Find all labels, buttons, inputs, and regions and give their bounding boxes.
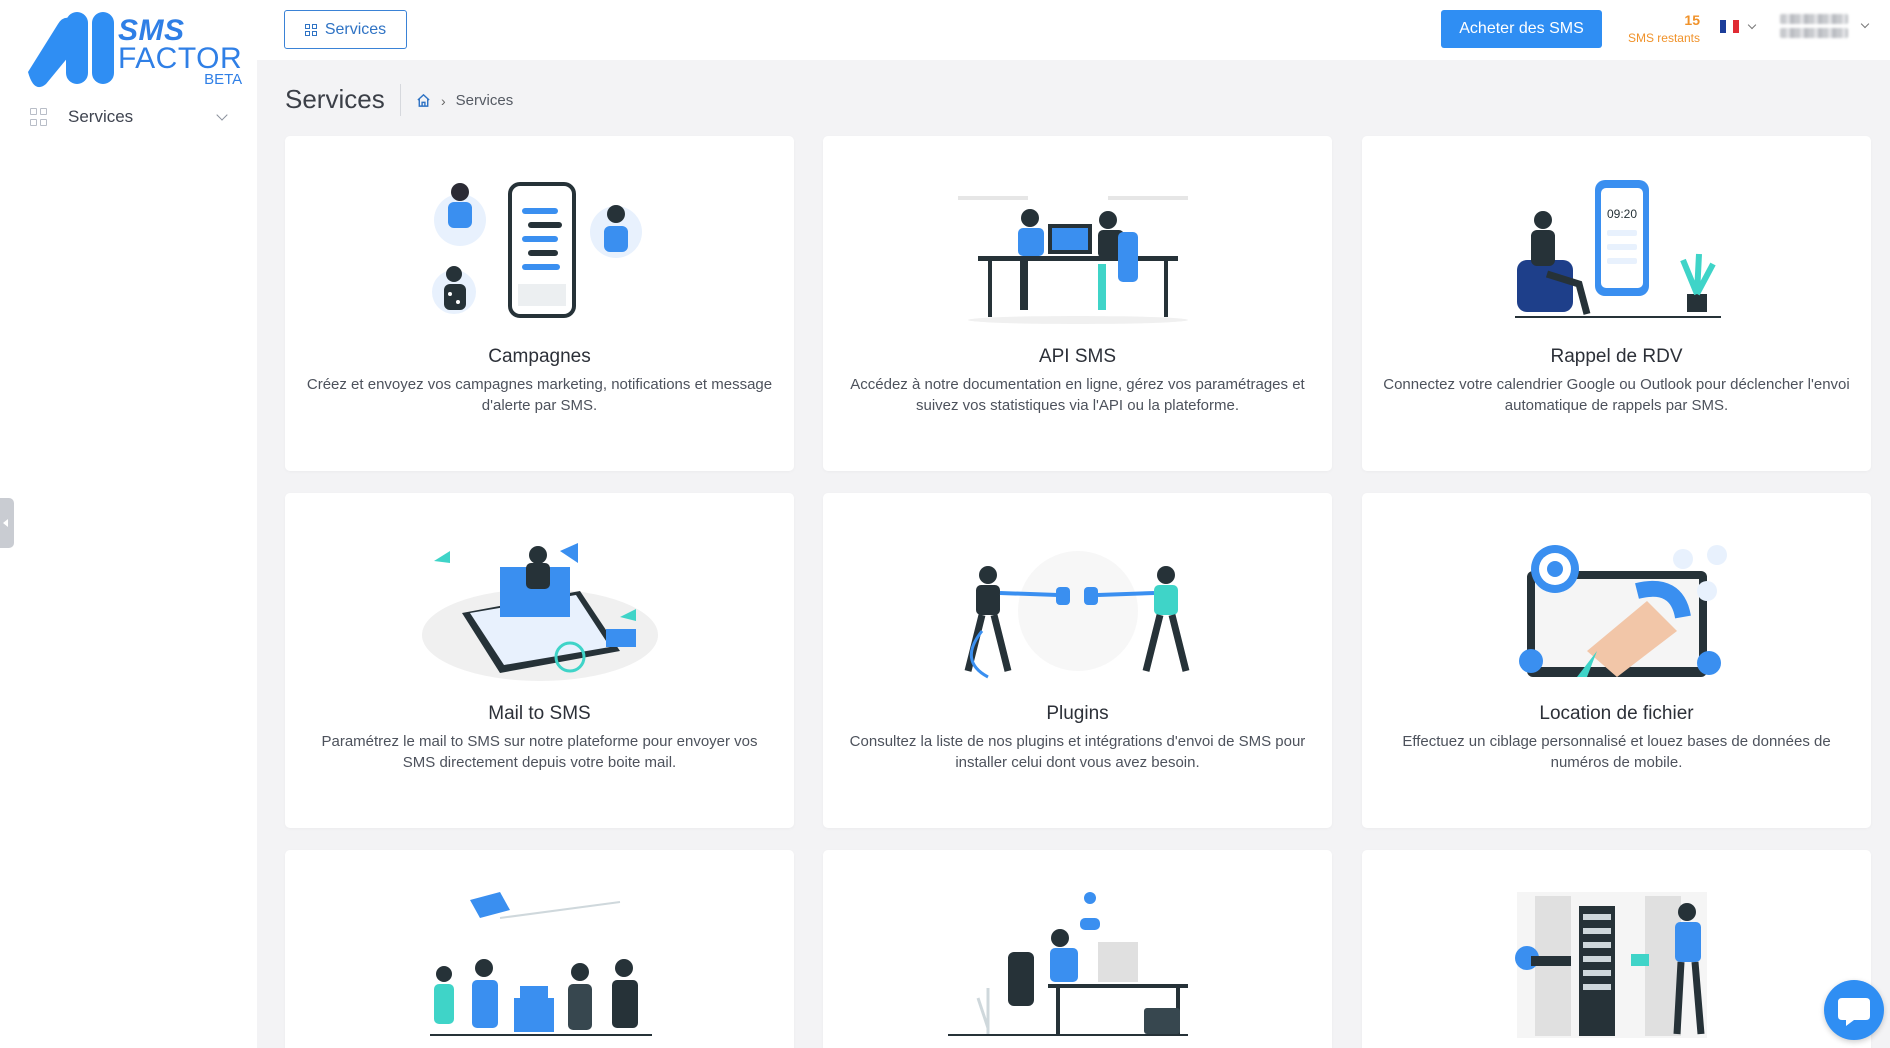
breadcrumb: › Services [416, 92, 513, 109]
logo-text: SMS FACTOR BETA [118, 16, 243, 88]
api-illustration [957, 196, 1188, 324]
sidebar-item-services[interactable]: Services [30, 104, 230, 130]
celebration-illustration [429, 892, 652, 1036]
service-card-8[interactable] [823, 850, 1332, 1048]
card-description: Paramétrez le mail to SMS sur notre plat… [321, 733, 758, 771]
chat-bubble-icon [1838, 998, 1870, 1026]
service-card-rappel-rdv[interactable]: 09:20 Rappel de RDV Connectez votre cale… [1362, 136, 1871, 471]
header-divider [400, 84, 401, 116]
page-title: Services [285, 84, 385, 114]
card-title: Rappel de RDV [1550, 346, 1683, 367]
sms-count-label: SMS restants [1627, 31, 1700, 45]
chevron-down-icon [216, 109, 228, 121]
chat-widget-button[interactable] [1824, 980, 1884, 1040]
sms-credits: 15 SMS restants [1620, 12, 1700, 45]
plugins-illustration [964, 551, 1189, 679]
service-card-plugins[interactable]: Plugins Consultez la liste de nos plugin… [823, 493, 1332, 828]
service-card-campagnes[interactable]: Campagnes Créez et envoyez vos campagnes… [285, 136, 794, 471]
chevron-down-icon [1747, 20, 1757, 29]
sidebar: SMS FACTOR BETA Services [0, 0, 257, 1048]
card-title: Mail to SMS [488, 703, 591, 724]
sms-count: 15 [1684, 12, 1700, 28]
campaign-illustration [431, 182, 642, 318]
card-title: Campagnes [488, 346, 591, 367]
service-card-9[interactable] [1362, 850, 1871, 1048]
service-card-mail-to-sms[interactable]: Mail to SMS Paramétrez le mail to SMS su… [285, 493, 794, 828]
service-card-7[interactable] [285, 850, 794, 1048]
grid-icon [304, 23, 317, 36]
card-description: Accédez à notre documentation en ligne, … [850, 376, 1305, 414]
card-description: Créez et envoyez vos campagnes marketing… [306, 376, 773, 414]
server-illustration [1514, 892, 1707, 1038]
mail-to-sms-illustration [421, 543, 658, 681]
file-rental-illustration [1518, 545, 1727, 677]
sidebar-collapse-handle[interactable] [0, 498, 14, 548]
breadcrumb-separator: › [441, 92, 446, 109]
chevron-down-icon [1860, 19, 1870, 29]
phone-time: 09:20 [1606, 207, 1636, 221]
sms-factor-logo[interactable]: SMS FACTOR BETA [24, 10, 242, 90]
card-description: Effectuez un ciblage personnalisé et lou… [1402, 733, 1831, 771]
card-title: Plugins [1046, 703, 1109, 724]
sidebar-item-label: Services [68, 107, 134, 126]
service-card-api-sms[interactable]: API SMS Accédez à notre documentation en… [823, 136, 1332, 471]
grid-icon [30, 108, 48, 126]
card-title: Location de fichier [1539, 703, 1694, 724]
gaming-illustration [947, 892, 1188, 1036]
logo-stripes-icon [28, 12, 114, 88]
services-menu-label: Services [324, 20, 387, 38]
card-title: API SMS [1038, 346, 1117, 367]
card-description: Consultez la liste de nos plugins et int… [849, 733, 1306, 771]
language-selector[interactable] [1720, 20, 1757, 33]
card-description: Connectez votre calendrier Google ou Out… [1383, 376, 1850, 414]
appointment-illustration: 09:20 [1514, 180, 1721, 318]
buy-sms-button[interactable]: Acheter des SMS [1441, 10, 1602, 48]
french-flag-icon [1720, 20, 1739, 33]
home-icon[interactable] [416, 93, 431, 108]
logo-line2: FACTOR [118, 42, 243, 75]
service-card-location-fichier[interactable]: Location de fichier Effectuez un ciblage… [1362, 493, 1871, 828]
user-menu[interactable] [1780, 14, 1870, 38]
user-name-redacted [1780, 14, 1848, 38]
breadcrumb-current: Services [455, 92, 514, 109]
services-menu-button[interactable]: Services [284, 10, 407, 49]
topbar: Services Acheter des SMS 15 SMS restants [257, 0, 1890, 60]
